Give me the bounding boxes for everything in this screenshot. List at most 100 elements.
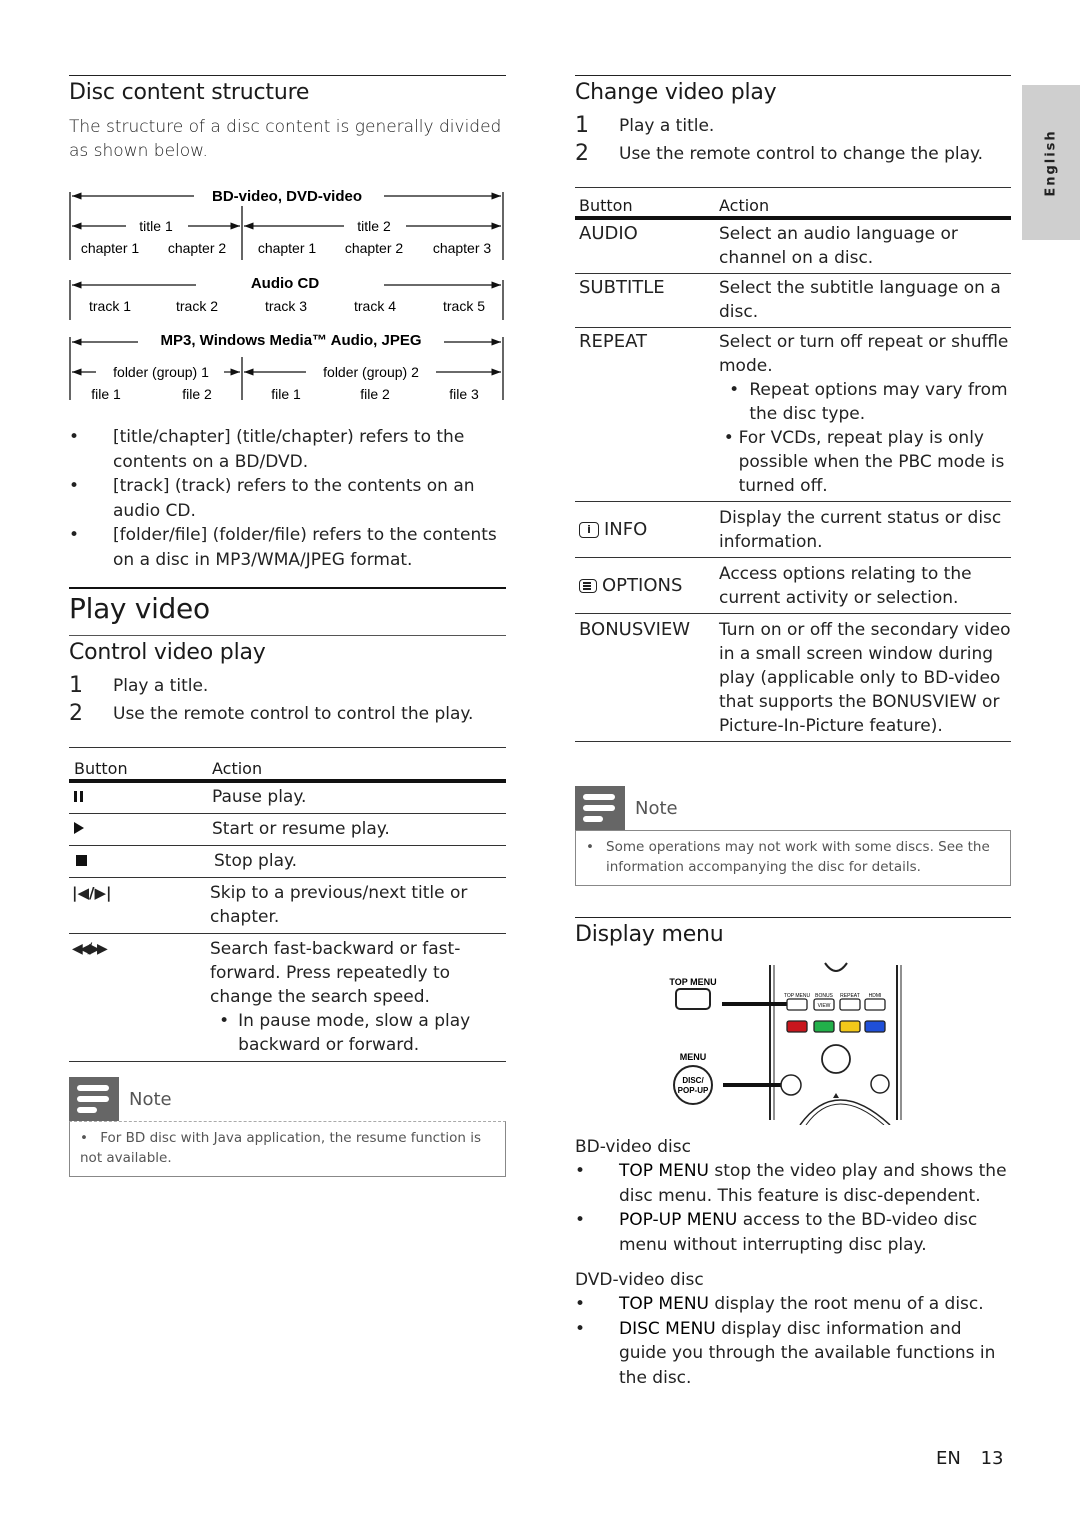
- track-label: track 3: [265, 298, 307, 314]
- options-icon: [579, 579, 597, 593]
- row-button: AUDIO: [579, 223, 638, 244]
- bullet-text: [title/chapter] (title/chapter) refers t…: [113, 427, 465, 472]
- row-action: Select the subtitle language on a disc.: [719, 278, 1001, 322]
- row-button: i INFO: [575, 506, 719, 554]
- page-footer: EN 13: [936, 1448, 1003, 1469]
- stop-icon: [69, 849, 214, 873]
- step-number: 1: [575, 113, 589, 138]
- sub-bullet: • In pause mode, slow a play backward or …: [210, 1009, 506, 1057]
- disc-structure-title: Disc content structure: [69, 80, 310, 105]
- sub-bullet-text: For VCDs, repeat play is only possible w…: [738, 428, 1005, 496]
- step-item: 2 Use the remote control to control the p…: [69, 700, 506, 728]
- file-label: file 2: [360, 386, 390, 402]
- chapter-label: chapter 2: [168, 240, 227, 256]
- key-term: TOP MENU: [619, 1161, 709, 1181]
- bullet-item: • [folder/file] (folder/file) refers to t…: [69, 523, 506, 572]
- bd-video-title: BD-video disc: [575, 1137, 691, 1157]
- row-action: Pause play.: [212, 787, 307, 807]
- key-term: DISC MENU: [619, 1318, 716, 1339]
- small-label: REPEAT: [840, 993, 860, 999]
- bd-header: BD-video, DVD-video: [212, 188, 362, 205]
- note-label: Note: [635, 797, 678, 819]
- mp3-header: MP3, Windows Media™ Audio, JPEG: [161, 332, 422, 349]
- bullet-text: [track] (track) refers to the contents o…: [113, 476, 475, 521]
- row-button-label: INFO: [604, 519, 648, 540]
- disc-structure-diagram: BD-video, DVD-video title 1 title 2 chap…: [69, 188, 504, 402]
- step-number: 1: [69, 673, 83, 698]
- key-desc: display the root menu of a disc.: [709, 1294, 984, 1314]
- chapter-label: chapter 1: [81, 240, 140, 256]
- header-button: Button: [579, 196, 633, 215]
- note-icon: [575, 786, 625, 830]
- section-rule: [575, 917, 1011, 918]
- note-change: Note • Some operations may not work with …: [575, 786, 1011, 886]
- row-action: Display the current status or disc infor…: [719, 508, 1002, 552]
- table-row: REPEAT Select or turn off repeat or shuf…: [575, 328, 1011, 502]
- chapter-label: chapter 1: [258, 240, 317, 256]
- title1-label: title 1: [139, 218, 173, 234]
- row-action: Skip to a previous/next title or chapter…: [210, 883, 468, 927]
- chapter-label: chapter 2: [345, 240, 404, 256]
- folder2-label: folder (group) 2: [323, 364, 419, 380]
- header-action: Action: [719, 196, 770, 215]
- search-icon: ◀◀/▶▶: [72, 941, 108, 957]
- track-label: track 4: [354, 298, 396, 314]
- table-row: i INFO Display the current status or dis…: [575, 502, 1011, 558]
- popup-label: POP-UP: [678, 1086, 709, 1095]
- title2-label: title 2: [357, 218, 391, 234]
- footer-lang: EN: [936, 1448, 961, 1469]
- green-button: [813, 1020, 835, 1033]
- row-button: BONUSVIEW: [579, 619, 691, 640]
- bd-video-section: BD-video disc • TOP MENU stop the video p…: [575, 1135, 1011, 1257]
- row-button: OPTIONS: [575, 562, 719, 610]
- disc-structure-intro: The structure of a disc content is gener…: [69, 117, 502, 161]
- small-label: HDMI: [869, 993, 882, 999]
- bullet-item: • [track] (track) refers to the contents …: [69, 474, 506, 523]
- step-number: 2: [575, 141, 589, 166]
- section-rule: [69, 635, 506, 636]
- sub-bullet-text: Repeat options may vary from the disc ty…: [749, 380, 1008, 424]
- red-button: [786, 1020, 808, 1033]
- note-body: • Some operations may not work with some …: [575, 830, 1011, 886]
- bullet-item: • TOP MENU stop the video play and shows …: [575, 1159, 1011, 1208]
- note-icon: [69, 1077, 119, 1121]
- row-action: Search fast-backward or fast-forward. Pr…: [210, 939, 461, 1007]
- control-video-title: Control video play: [69, 640, 266, 665]
- row-button-label: OPTIONS: [602, 575, 683, 596]
- note-control: Note • For BD disc with Java application…: [69, 1077, 506, 1177]
- table-row: Pause play.: [69, 783, 506, 814]
- note-header: Note: [69, 1077, 506, 1121]
- row-action: Stop play.: [214, 851, 298, 871]
- step-item: 1 Play a title.: [575, 112, 1011, 140]
- note-header: Note: [575, 786, 1011, 830]
- step-text: Play a title.: [113, 676, 209, 696]
- track-label: track 5: [443, 298, 485, 314]
- info-icon: i: [579, 522, 599, 538]
- track-label: track 1: [89, 298, 131, 314]
- control-table: Button Action Pause play. Start or resum…: [69, 747, 506, 1062]
- step-number: 2: [69, 701, 83, 726]
- language-tab: English: [1022, 85, 1080, 240]
- row-action: Access options relating to the current a…: [719, 564, 972, 608]
- yellow-button: [839, 1020, 861, 1033]
- disc-structure-bullets: • [title/chapter] (title/chapter) refers …: [69, 425, 506, 572]
- sub-bullet-text: In pause mode, slow a play backward or f…: [238, 1011, 471, 1055]
- bullet-text: [folder/file] (folder/file) refers to th…: [113, 525, 497, 570]
- row-action-block: Search fast-backward or fast-forward. Pr…: [210, 937, 506, 1057]
- disc-label: DISC/: [682, 1076, 704, 1085]
- section-rule: [69, 75, 506, 76]
- small-label: BONUS: [815, 993, 833, 999]
- language-tab-label: English: [1043, 128, 1059, 197]
- row-button: REPEAT: [579, 331, 648, 352]
- bullet-item: • POP-UP MENU access to the BD-video disc…: [575, 1208, 1011, 1257]
- disc-popup-button: [673, 1065, 713, 1105]
- step-item: 1 Play a title.: [69, 672, 506, 700]
- page-number: 13: [980, 1448, 1004, 1469]
- step-text: Play a title.: [619, 116, 715, 136]
- control-steps: 1 Play a title. 2 Use the remote control t…: [69, 672, 506, 728]
- skip-icon: |◀/▶|: [72, 884, 112, 902]
- table-row: Stop play.: [69, 846, 506, 878]
- folder1-label: folder (group) 1: [113, 364, 209, 380]
- note-body: • For BD disc with Java application, the…: [69, 1121, 506, 1177]
- key-term: POP-UP MENU: [619, 1210, 738, 1230]
